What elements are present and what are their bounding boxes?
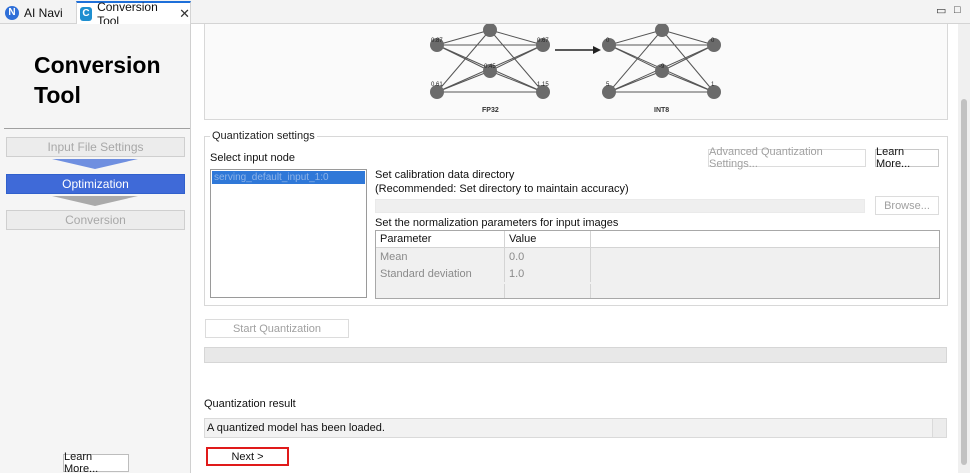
quantization-result-label: Quantization result [204,398,296,410]
tab-ai-navi-label: AI Navi [24,5,63,20]
fp32-value-label: 0.87 [431,38,443,44]
fp32-value-label: 0.67 [537,38,549,44]
conversion-tool-icon: C [80,6,93,21]
table-cell-value[interactable]: 1.0 [505,265,591,282]
int8-caption: INT8 [654,107,669,114]
table-empty-cell [376,284,505,298]
sidebar-title: Conversion Tool [34,52,161,108]
calibration-directory-field[interactable] [375,199,865,213]
scrollbar-thumb[interactable] [961,99,967,465]
input-node-list[interactable]: serving_default_input_1:0 [210,169,367,298]
table-row[interactable]: Mean 0.0 [376,248,939,265]
fp32-value-label: 0.45 [484,64,496,70]
calibration-hint: (Recommended: Set directory to maintain … [375,183,629,195]
input-node-item[interactable]: serving_default_input_1:0 [212,171,365,184]
table-row[interactable]: Standard deviation 1.0 [376,265,939,282]
table-cell-value[interactable]: 0.0 [505,248,591,265]
select-input-node-label: Select input node [210,152,296,164]
quantization-settings-title: Quantization settings [210,130,317,142]
quantization-result-box: A quantized model has been loaded. [204,418,947,438]
main-panel: 0.87 0.67 0.45 0.61 1.15 0 0 -9 5 1 FP32… [198,24,954,473]
minimize-icon[interactable]: ▭ [936,4,946,17]
table-empty-cell [505,284,591,298]
table-cell-parameter: Mean [376,248,505,265]
table-cell-parameter: Standard deviation [376,265,505,282]
result-scrollbar[interactable] [932,419,946,437]
maximize-icon[interactable]: □ [954,4,961,16]
fp32-caption: FP32 [482,107,499,114]
fp32-int8-diagram-svg: 0.87 0.67 0.45 0.61 1.15 0 0 -9 5 1 FP32… [430,24,721,114]
next-button[interactable]: Next > [206,447,289,466]
tab-conversion-tool[interactable]: C Conversion Tool ✕ [76,0,191,28]
table-header-value: Value [505,231,591,247]
fp32-value-label: 1.15 [537,82,549,88]
step-arrow-icon [52,159,138,169]
sidebar-learn-more-button[interactable]: Learn More... [63,451,129,473]
step-arrow-icon [52,196,138,206]
normalization-table: Parameter Value Mean 0.0 Standard deviat… [375,230,940,299]
tab-bar: N AI Navi C Conversion Tool ✕ ▭ □ [0,0,970,28]
start-quantization-button[interactable]: Start Quantization [205,319,349,338]
quantization-diagram: 0.87 0.67 0.45 0.61 1.15 0 0 -9 5 1 FP32… [204,24,948,120]
table-empty-area [376,284,939,298]
step-optimization[interactable]: Optimization [6,174,185,194]
quantization-settings-group: Quantization settings Select input node … [204,130,948,306]
step-conversion: Conversion [6,210,185,230]
quantization-progress-bar [204,347,947,363]
normalization-label: Set the normalization parameters for inp… [375,217,619,229]
fp32-value-label: 0.61 [431,82,443,88]
ai-navi-icon: N [5,5,19,20]
calibration-directory-label: Set calibration data directory [375,169,515,181]
close-icon[interactable]: ✕ [179,6,190,22]
learn-more-button[interactable]: Learn More... [875,146,939,170]
quantization-result-message: A quantized model has been loaded. [207,422,385,434]
step-input-file-settings: Input File Settings [6,137,185,157]
advanced-quantization-settings-button[interactable]: Advanced Quantization Settings... [708,146,866,170]
table-header-row: Parameter Value [376,231,939,248]
table-header-parameter: Parameter [376,231,505,247]
int8-value-label: -9 [659,64,665,70]
sidebar-divider [4,128,190,129]
sidebar: Conversion Tool Input File Settings Opti… [0,24,191,473]
browse-button[interactable]: Browse... [875,196,939,215]
main-scrollbar[interactable] [958,24,970,473]
tab-ai-navi[interactable]: N AI Navi [3,1,71,24]
